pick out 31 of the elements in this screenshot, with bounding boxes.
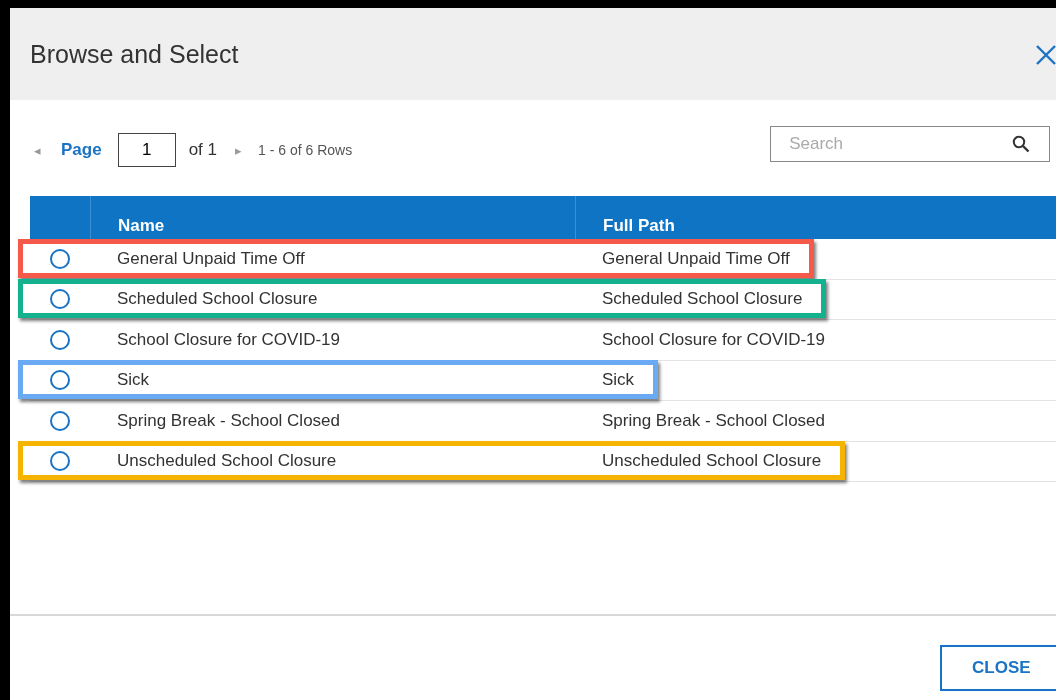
- table-cell: General Unpaid Time Off: [602, 248, 790, 269]
- table-cell: Unscheduled School Closure: [117, 451, 337, 472]
- page-count: of 1: [188, 140, 217, 160]
- radio-button[interactable]: [50, 289, 70, 310]
- previous-page-arrow[interactable]: ◂: [34, 142, 41, 158]
- table-cell: Scheduled School Closure: [602, 289, 803, 310]
- page-label: Page: [61, 140, 102, 160]
- table-cell: Sick: [117, 370, 150, 391]
- table-cell: Spring Break - School Closed: [602, 410, 825, 431]
- dialog-title: Browse and Select: [30, 39, 239, 69]
- table-cell: Unscheduled School Closure: [602, 451, 822, 472]
- table-cell: Spring Break - School Closed: [117, 410, 340, 431]
- radio-button[interactable]: [50, 329, 70, 350]
- row-summary: 1 - 6 of 6 Rows: [258, 142, 353, 158]
- search-icon: [1012, 135, 1031, 153]
- radio-button[interactable]: [50, 248, 70, 269]
- column-header: Name: [90, 196, 575, 239]
- next-page-arrow[interactable]: ▸: [235, 142, 242, 158]
- radio-button[interactable]: [50, 370, 70, 391]
- table-cell: General Unpaid Time Off: [117, 248, 305, 269]
- close-button[interactable]: CLOSE: [940, 645, 1056, 691]
- page-number-field[interactable]: 1: [117, 133, 176, 167]
- table-cell: Sick: [602, 370, 635, 391]
- radio-button[interactable]: [50, 410, 70, 431]
- table-cell: School Closure for COVID-19: [602, 329, 825, 350]
- search-field[interactable]: Search: [770, 126, 1051, 162]
- close-icon[interactable]: [1035, 44, 1056, 66]
- column-header: Full Path: [575, 196, 1056, 239]
- table-cell: School Closure for COVID-19: [117, 329, 340, 350]
- table-cell: Scheduled School Closure: [117, 289, 318, 310]
- radio-button[interactable]: [50, 451, 70, 472]
